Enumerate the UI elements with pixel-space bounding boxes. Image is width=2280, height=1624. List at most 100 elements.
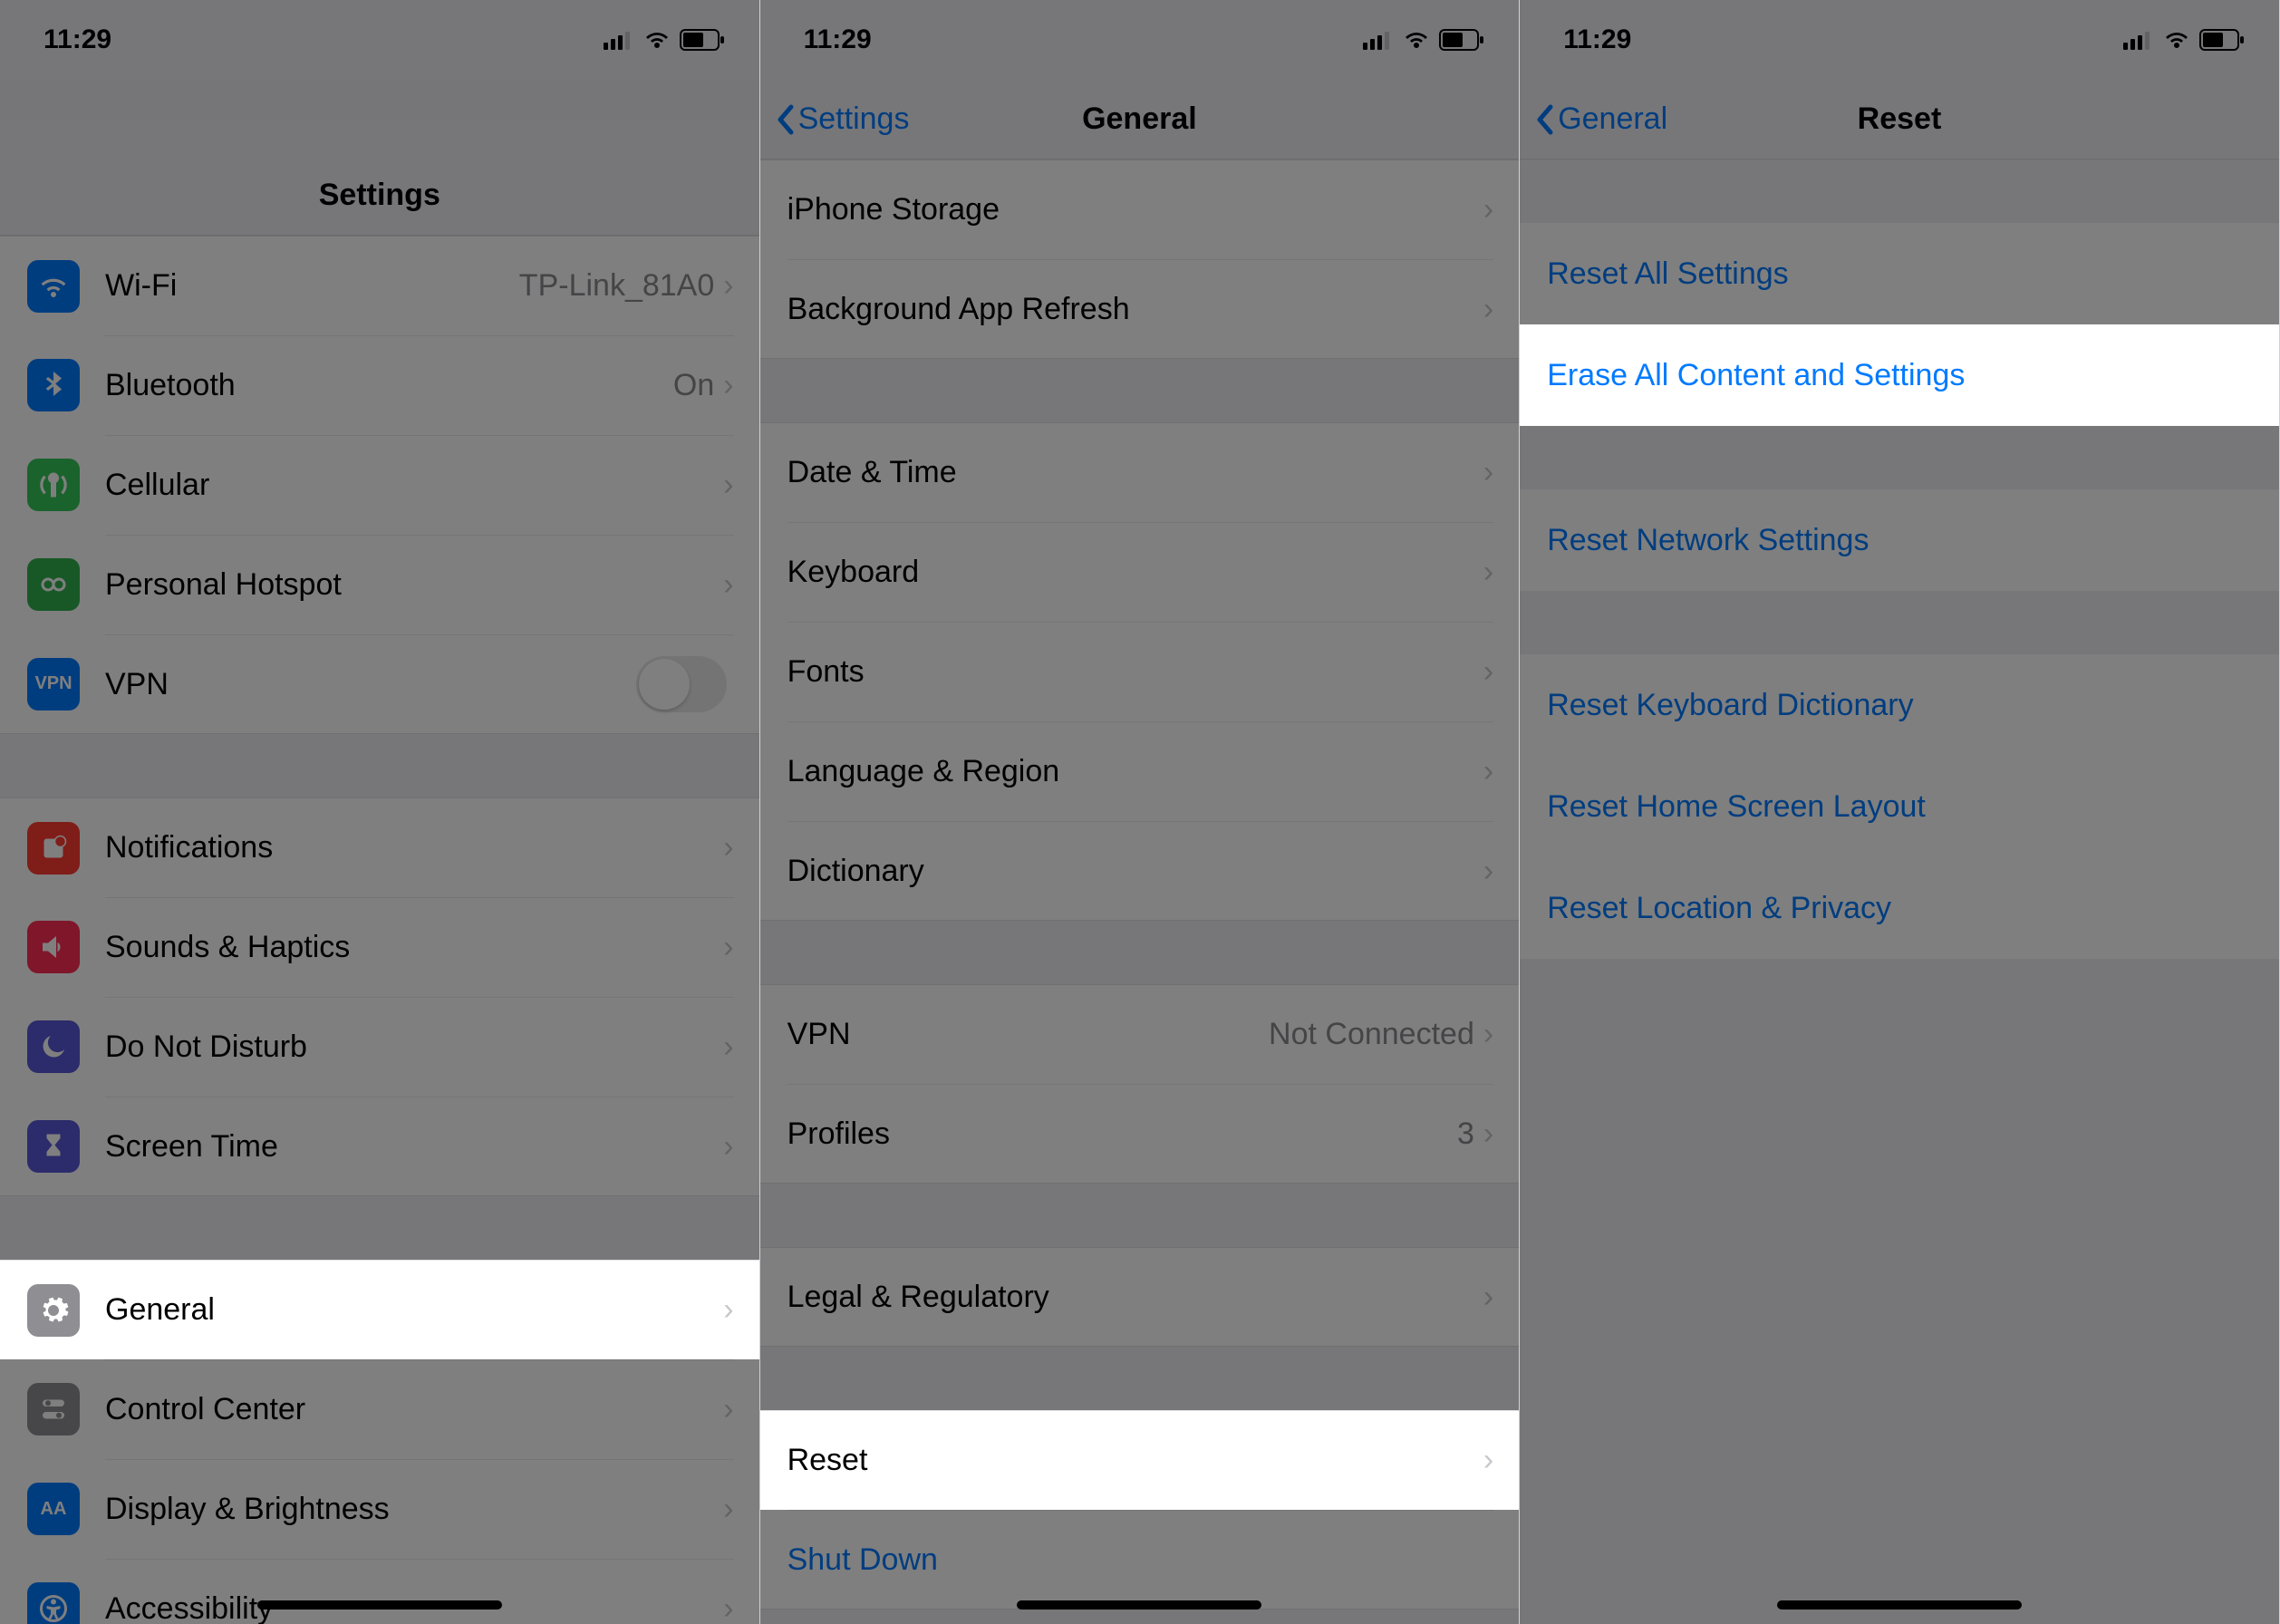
row-legal[interactable]: Legal & Regulatory› [760,1247,1520,1347]
chevron-left-icon [1534,103,1556,136]
row-date-time[interactable]: Date & Time› [760,422,1520,522]
row-notifications[interactable]: Notifications› [0,798,759,897]
label: VPN [787,1017,1269,1052]
label: Wi-Fi [105,268,519,304]
wifi-status-icon [643,30,671,50]
status-bar: 11:29 [0,0,759,80]
navbar-reset: General Reset [1520,80,2279,160]
row-reset-home[interactable]: Reset Home Screen Layout [1520,756,2279,857]
row-reset-network[interactable]: Reset Network Settings [1520,489,2279,591]
row-sounds[interactable]: Sounds & Haptics› [0,897,759,997]
back-button[interactable]: General [1534,102,1667,137]
battery-icon [2199,29,2245,51]
chevron-icon: › [723,930,733,965]
label: General [105,1292,723,1328]
row-reset-location[interactable]: Reset Location & Privacy [1520,857,2279,959]
spacer [0,734,759,798]
row-profiles[interactable]: Profiles3› [760,1084,1520,1184]
antenna-icon [27,459,80,511]
row-reset[interactable]: Reset› [760,1410,1520,1510]
page-title: Settings [319,178,440,213]
gear-icon [27,1284,80,1337]
status-icons [2123,29,2245,51]
chevron-icon: › [1483,555,1493,590]
label: Fonts [787,654,1483,690]
row-language[interactable]: Language & Region› [760,721,1520,821]
chevron-icon: › [723,567,733,603]
row-shutdown[interactable]: Shut Down [760,1510,1520,1610]
spacer [1520,591,2279,654]
row-reset-keyboard[interactable]: Reset Keyboard Dictionary [1520,654,2279,756]
chevron-icon: › [723,1492,733,1527]
value: 3 [1457,1116,1474,1152]
value: TP-Link_81A0 [519,268,714,304]
label: Notifications [105,830,723,865]
row-fonts[interactable]: Fonts› [760,622,1520,721]
row-general[interactable]: General› [0,1260,759,1359]
status-icons [1363,29,1484,51]
navbar-settings: Settings [0,156,759,236]
group-alerts: Notifications› Sounds & Haptics› Do Not … [0,798,759,1196]
status-time: 11:29 [804,24,872,55]
home-indicator[interactable] [1777,1600,2022,1610]
row-bluetooth[interactable]: BluetoothOn› [0,335,759,435]
hourglass-icon [27,1120,80,1173]
chevron-icon: › [1483,854,1493,889]
label: Reset Home Screen Layout [1547,789,1926,825]
label: Reset Location & Privacy [1547,891,1891,926]
back-button[interactable]: Settings [775,102,910,137]
row-display[interactable]: AA Display & Brightness› [0,1459,759,1559]
row-vpn2[interactable]: VPNNot Connected› [760,984,1520,1084]
row-wifi[interactable]: Wi-FiTP-Link_81A0› [0,236,759,335]
row-vpn[interactable]: VPN VPN [0,634,759,734]
accessibility-icon [27,1582,80,1624]
hotspot-icon [27,558,80,611]
label: Reset Keyboard Dictionary [1547,688,1913,723]
row-control-center[interactable]: Control Center› [0,1359,759,1459]
home-indicator[interactable] [1017,1600,1261,1610]
chevron-left-icon [775,103,797,136]
label: Sounds & Haptics [105,930,723,965]
row-reset-all[interactable]: Reset All Settings [1520,223,2279,324]
row-screen-time[interactable]: Screen Time› [0,1097,759,1196]
row-accessibility[interactable]: Accessibility› [0,1559,759,1624]
row-hotspot[interactable]: Personal Hotspot› [0,535,759,634]
back-label: Settings [798,102,910,137]
cellular-icon [2123,30,2154,50]
row-keyboard[interactable]: Keyboard› [760,522,1520,622]
label: Shut Down [787,1542,1494,1578]
chevron-icon: › [723,830,733,865]
search-spacer [0,80,759,156]
chevron-icon: › [723,1591,733,1624]
row-bg-refresh[interactable]: Background App Refresh› [760,259,1520,359]
spacer [760,359,1520,422]
status-bar: 11:29 [1520,0,2279,80]
spacer [1520,160,2279,223]
switches-icon [27,1383,80,1436]
chevron-icon: › [723,468,733,503]
row-storage[interactable]: iPhone Storage› [760,160,1520,259]
row-erase-all[interactable]: Erase All Content and Settings [1520,324,2279,426]
reset-screen: 11:29 General Reset Reset All Settings E… [1520,0,2280,1624]
row-dictionary[interactable]: Dictionary› [760,821,1520,921]
bluetooth-icon [27,359,80,411]
chevron-icon: › [1483,1116,1493,1152]
battery-icon [680,29,725,51]
value: On [673,368,714,403]
bell-icon [27,822,80,875]
row-dnd[interactable]: Do Not Disturb› [0,997,759,1097]
vpn-icon: VPN [27,658,80,710]
chevron-icon: › [1483,1017,1493,1052]
label: Cellular [105,468,723,503]
row-cellular[interactable]: Cellular› [0,435,759,535]
label: Do Not Disturb [105,1030,723,1065]
chevron-icon: › [723,268,733,304]
label: iPhone Storage [787,192,1483,227]
vpn-toggle[interactable] [636,656,727,712]
home-indicator[interactable] [257,1600,502,1610]
chevron-icon: › [723,1392,733,1427]
spacer [0,1196,759,1260]
chevron-icon: › [1483,192,1493,227]
chevron-icon: › [1483,1443,1493,1478]
moon-icon [27,1020,80,1073]
